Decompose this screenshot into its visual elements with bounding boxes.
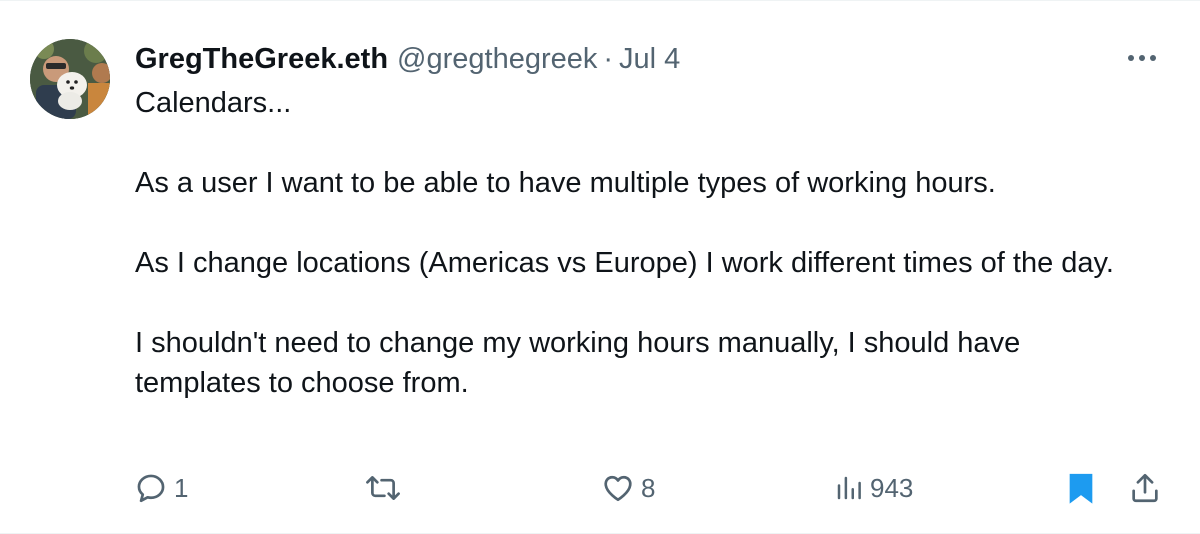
timestamp[interactable]: Jul 4 bbox=[619, 41, 680, 77]
share-icon bbox=[1132, 473, 1158, 503]
retweet-button[interactable] bbox=[364, 468, 408, 508]
tweet-header: GregTheGreek.eth @gregthegreek · Jul 4 bbox=[135, 41, 680, 77]
like-count: 8 bbox=[641, 472, 656, 503]
share-button[interactable] bbox=[1128, 468, 1162, 508]
views-button[interactable]: 943 bbox=[834, 468, 913, 508]
reply-count: 1 bbox=[174, 472, 189, 503]
tweet-paragraph: As I change locations (Americas vs Europ… bbox=[135, 247, 1114, 279]
avatar[interactable] bbox=[30, 39, 110, 119]
action-bar: 1 8 943 bbox=[0, 468, 1200, 508]
bookmark-button[interactable] bbox=[1066, 468, 1096, 508]
views-count: 943 bbox=[870, 472, 914, 503]
display-name[interactable]: GregTheGreek.eth bbox=[135, 41, 388, 77]
user-handle[interactable]: @gregthegreek bbox=[397, 41, 597, 77]
retweet-icon bbox=[366, 476, 400, 500]
tweet-paragraph: I shouldn't need to change my working ho… bbox=[135, 327, 1021, 399]
bookmark-icon bbox=[1069, 473, 1093, 504]
reply-button[interactable]: 1 bbox=[134, 468, 188, 508]
views-icon bbox=[837, 476, 861, 500]
tweet-paragraph: As a user I want to be able to have mult… bbox=[135, 167, 996, 199]
more-options-button[interactable] bbox=[1122, 43, 1162, 73]
like-button[interactable]: 8 bbox=[601, 468, 655, 508]
reply-icon bbox=[137, 474, 165, 503]
avatar-image bbox=[30, 39, 110, 119]
tweet-paragraph: Calendars... bbox=[135, 87, 292, 119]
separator-dot: · bbox=[603, 43, 614, 75]
tweet-text: Calendars... As a user I want to be able… bbox=[135, 83, 1145, 403]
more-icon bbox=[1128, 55, 1156, 61]
heart-icon bbox=[604, 475, 632, 502]
tweet-card[interactable]: GregTheGreek.eth @gregthegreek · Jul 4 C… bbox=[0, 0, 1200, 534]
